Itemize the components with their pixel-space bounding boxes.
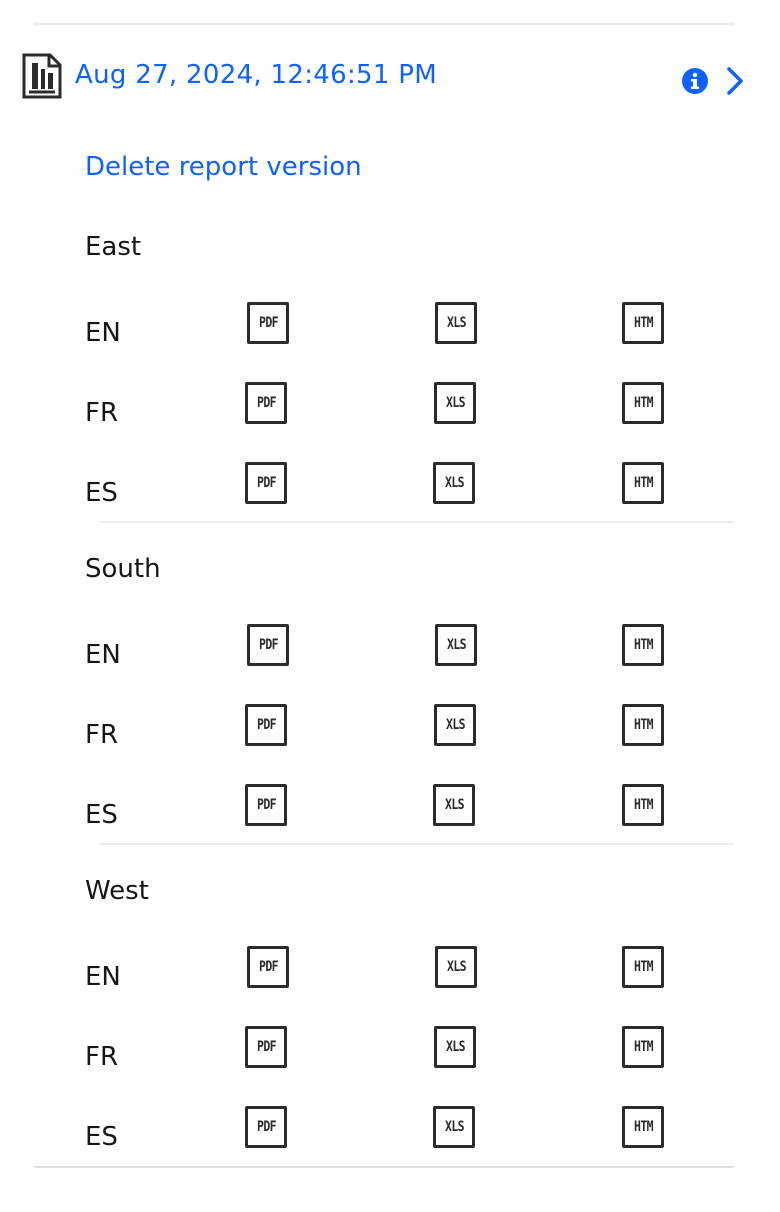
report-version-timestamp-link[interactable]: Aug 27, 2024, 12:46:51 PM — [75, 60, 437, 90]
format-label: HTM — [633, 475, 653, 491]
xls-output-icon[interactable]: XLS — [434, 1026, 476, 1068]
htm-output-icon[interactable]: HTM — [622, 704, 664, 746]
htm-output-icon[interactable]: HTM — [622, 302, 664, 344]
format-label: HTM — [633, 717, 653, 733]
format-label: PDF — [258, 315, 278, 331]
format-label: PDF — [256, 475, 276, 491]
language-row: EN PDF XLS HTM — [0, 302, 780, 362]
region-name: South — [85, 554, 161, 584]
xls-output-icon[interactable]: XLS — [433, 1106, 475, 1148]
format-label: HTM — [633, 315, 653, 331]
language-code: EN — [85, 962, 121, 992]
xls-output-icon[interactable]: XLS — [433, 462, 475, 504]
xls-output-icon[interactable]: XLS — [433, 784, 475, 826]
language-code: FR — [85, 1042, 119, 1072]
format-label: XLS — [444, 1119, 464, 1135]
format-label: PDF — [256, 395, 276, 411]
bottom-divider — [34, 1166, 734, 1168]
format-label: HTM — [633, 959, 653, 975]
region-divider — [100, 521, 734, 523]
format-label: XLS — [446, 315, 466, 331]
region-name: West — [85, 876, 149, 906]
language-row: FR PDF XLS HTM — [0, 1026, 780, 1086]
format-label: XLS — [444, 475, 464, 491]
format-label: XLS — [445, 1039, 465, 1055]
pdf-output-icon[interactable]: PDF — [245, 704, 287, 746]
htm-output-icon[interactable]: HTM — [622, 784, 664, 826]
htm-output-icon[interactable]: HTM — [622, 946, 664, 988]
pdf-output-icon[interactable]: PDF — [245, 1026, 287, 1068]
format-label: HTM — [633, 1039, 653, 1055]
language-row: ES PDF XLS HTM — [0, 462, 780, 522]
pdf-output-icon[interactable]: PDF — [245, 1106, 287, 1148]
pdf-output-icon[interactable]: PDF — [247, 624, 289, 666]
language-row: ES PDF XLS HTM — [0, 784, 780, 844]
pdf-output-icon[interactable]: PDF — [247, 946, 289, 988]
region-divider — [100, 843, 734, 845]
xls-output-icon[interactable]: XLS — [435, 946, 477, 988]
language-code: FR — [85, 398, 119, 428]
format-label: HTM — [633, 395, 653, 411]
language-code: EN — [85, 318, 121, 348]
language-code: EN — [85, 640, 121, 670]
language-code: ES — [85, 1122, 118, 1152]
language-code: ES — [85, 800, 118, 830]
htm-output-icon[interactable]: HTM — [622, 1106, 664, 1148]
report-version-panel: Aug 27, 2024, 12:46:51 PM Delete report … — [0, 0, 780, 1212]
htm-output-icon[interactable]: HTM — [622, 462, 664, 504]
information-icon[interactable] — [681, 67, 709, 95]
chevron-right-icon[interactable] — [724, 65, 746, 97]
report-document-icon — [22, 53, 62, 99]
format-label: XLS — [446, 637, 466, 653]
format-label: XLS — [445, 717, 465, 733]
xls-output-icon[interactable]: XLS — [435, 302, 477, 344]
top-divider — [34, 23, 734, 25]
format-label: PDF — [256, 1119, 276, 1135]
format-label: HTM — [633, 1119, 653, 1135]
format-label: HTM — [633, 797, 653, 813]
language-row: FR PDF XLS HTM — [0, 382, 780, 442]
format-label: PDF — [258, 637, 278, 653]
format-label: PDF — [256, 1039, 276, 1055]
htm-output-icon[interactable]: HTM — [622, 382, 664, 424]
delete-report-version-link[interactable]: Delete report version — [85, 152, 362, 182]
htm-output-icon[interactable]: HTM — [622, 1026, 664, 1068]
format-label: XLS — [446, 959, 466, 975]
region-name: East — [85, 232, 142, 262]
language-code: FR — [85, 720, 119, 750]
language-row: ES PDF XLS HTM — [0, 1106, 780, 1166]
format-label: XLS — [444, 797, 464, 813]
format-label: XLS — [445, 395, 465, 411]
language-row: FR PDF XLS HTM — [0, 704, 780, 764]
report-version-row: Aug 27, 2024, 12:46:51 PM — [0, 50, 780, 110]
format-label: PDF — [258, 959, 278, 975]
xls-output-icon[interactable]: XLS — [434, 382, 476, 424]
language-code: ES — [85, 478, 118, 508]
pdf-output-icon[interactable]: PDF — [247, 302, 289, 344]
format-label: PDF — [256, 797, 276, 813]
htm-output-icon[interactable]: HTM — [622, 624, 664, 666]
format-label: HTM — [633, 637, 653, 653]
language-row: EN PDF XLS HTM — [0, 624, 780, 684]
pdf-output-icon[interactable]: PDF — [245, 462, 287, 504]
pdf-output-icon[interactable]: PDF — [245, 784, 287, 826]
xls-output-icon[interactable]: XLS — [434, 704, 476, 746]
pdf-output-icon[interactable]: PDF — [245, 382, 287, 424]
xls-output-icon[interactable]: XLS — [435, 624, 477, 666]
language-row: EN PDF XLS HTM — [0, 946, 780, 1006]
format-label: PDF — [256, 717, 276, 733]
